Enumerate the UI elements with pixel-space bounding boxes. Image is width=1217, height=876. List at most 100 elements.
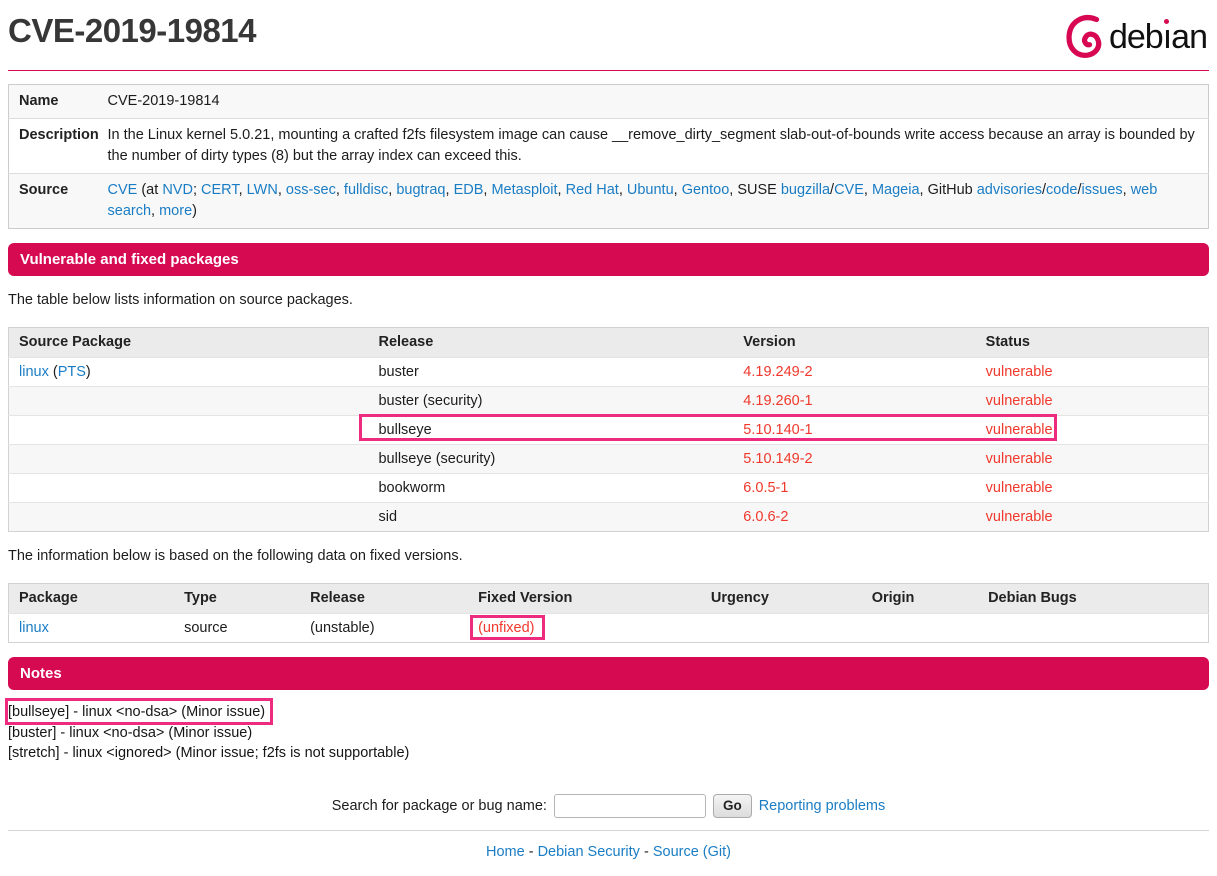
notes-banner: Notes [8, 657, 1209, 690]
package-link[interactable]: linux [19, 364, 49, 380]
info-label-source: Source [9, 174, 106, 229]
col-header-release: Release [368, 328, 733, 358]
source-ref-link[interactable]: Ubuntu [627, 182, 674, 198]
status-cell: vulnerable [976, 358, 1209, 387]
note-text: [bullseye] - linux <no-dsa> (Minor issue… [8, 702, 265, 723]
source-ref-link[interactable]: LWN [247, 182, 278, 198]
source-ref-link[interactable]: fulldisc [344, 182, 388, 198]
go-button[interactable]: Go [713, 794, 752, 818]
info-value-source: CVE (at NVD; CERT, LWN, oss-sec, fulldis… [106, 174, 1209, 229]
release-cell: bullseye [368, 416, 733, 445]
package-release-row: sid6.0.6-2vulnerable [9, 503, 1209, 532]
source-ref-link[interactable]: Red Hat [566, 182, 619, 198]
source-ref-link[interactable]: bugtraq [396, 182, 445, 198]
info-label-name: Name [9, 85, 106, 119]
package-release-row: bookworm6.0.5-1vulnerable [9, 474, 1209, 503]
fixed-table-header-row: Package Type Release Fixed Version Urgen… [9, 584, 1209, 614]
col-header-version: Version [733, 328, 975, 358]
cve-page: CVE-2019-19814 debıan Name CVE-2019-1981… [0, 0, 1217, 876]
source-ref-link[interactable]: Gentoo [682, 182, 730, 198]
info-value-description: In the Linux kernel 5.0.21, mounting a c… [106, 119, 1209, 174]
fixed-version-value: (unfixed) [478, 620, 534, 636]
type-cell: source [174, 614, 300, 643]
package-release-row: bullseye (security)5.10.149-2vulnerable [9, 445, 1209, 474]
source-package-cell [9, 474, 369, 503]
info-value-name: CVE-2019-19814 [106, 85, 1209, 119]
source-ref-link[interactable]: EDB [454, 182, 484, 198]
col-header-release: Release [300, 584, 468, 614]
status-cell: vulnerable [976, 387, 1209, 416]
header-divider [8, 70, 1209, 71]
debian-logo-text: debıan [1109, 20, 1207, 54]
source-ref-link[interactable]: CERT [201, 182, 239, 198]
source-ref-text: , SUSE [729, 182, 781, 198]
notes-list: [bullseye] - linux <no-dsa> (Minor issue… [8, 702, 1209, 764]
fixed-versions-intro: The information below is based on the fo… [8, 548, 1209, 565]
info-row-source: Source CVE (at NVD; CERT, LWN, oss-sec, … [9, 174, 1209, 229]
version-cell: 6.0.5-1 [733, 474, 975, 503]
col-header-urgency: Urgency [701, 584, 862, 614]
origin-cell [862, 614, 978, 643]
logo-i-dot [1164, 19, 1169, 24]
package-cell: linux [9, 614, 175, 643]
footer-divider [8, 830, 1209, 831]
source-ref-text: , [558, 182, 566, 198]
cve-info-table: Name CVE-2019-19814 Description In the L… [8, 84, 1209, 229]
info-row-description: Description In the Linux kernel 5.0.21, … [9, 119, 1209, 174]
reporting-problems-link[interactable]: Reporting problems [759, 798, 886, 814]
source-package-cell [9, 503, 369, 532]
source-package-cell [9, 387, 369, 416]
source-ref-text: (at [137, 182, 162, 198]
source-ref-link[interactable]: bugzilla [781, 182, 830, 198]
source-package-cell [9, 445, 369, 474]
info-row-name: Name CVE-2019-19814 [9, 85, 1209, 119]
col-header-debian-bugs: Debian Bugs [978, 584, 1208, 614]
package-link[interactable]: linux [19, 620, 49, 636]
source-ref-text: ; [193, 182, 201, 198]
debian-bugs-cell [978, 614, 1208, 643]
source-ref-link[interactable]: Mageia [872, 182, 920, 198]
source-ref-link[interactable]: issues [1082, 182, 1123, 198]
pts-link[interactable]: PTS [58, 364, 86, 380]
highlight-box [5, 698, 273, 725]
release-cell: (unstable) [300, 614, 468, 643]
source-ref-text: , [619, 182, 627, 198]
note-text: [buster] - linux <no-dsa> (Minor issue) [8, 723, 252, 744]
debian-logo[interactable]: debıan [1065, 14, 1207, 60]
source-ref-text: , [446, 182, 454, 198]
package-release-row: bullseye5.10.140-1vulnerable [9, 416, 1209, 445]
col-header-package: Package [9, 584, 175, 614]
fixed-version-row: linux source(unstable) (unfixed) [9, 614, 1209, 643]
source-ref-link[interactable]: more [159, 203, 192, 219]
search-input[interactable] [554, 794, 706, 818]
logo-i: ı [1163, 18, 1171, 56]
status-cell: vulnerable [976, 416, 1209, 445]
note-line: [stretch] - linux <ignored> (Minor issue… [8, 743, 1209, 764]
search-bar: Search for package or bug name: Go Repor… [8, 794, 1209, 818]
source-ref-link[interactable]: CVE [834, 182, 864, 198]
col-header-status: Status [976, 328, 1209, 358]
col-header-source-package: Source Package [9, 328, 369, 358]
page-title: CVE-2019-19814 [8, 12, 1209, 50]
note-line: [bullseye] - linux <no-dsa> (Minor issue… [8, 702, 1209, 723]
source-ref-link[interactable]: NVD [162, 182, 193, 198]
col-header-type: Type [174, 584, 300, 614]
source-ref-link[interactable]: Metasploit [491, 182, 557, 198]
release-cell: bullseye (security) [368, 445, 733, 474]
source-ref-text: , [336, 182, 344, 198]
source-packages-table: Source Package Release Version Status li… [8, 327, 1209, 532]
source-ref-link[interactable]: advisories [977, 182, 1042, 198]
release-cell: bookworm [368, 474, 733, 503]
packages-table-header-row: Source Package Release Version Status [9, 328, 1209, 358]
source-ref-link[interactable]: CVE [108, 182, 138, 198]
highlight-box [470, 615, 544, 640]
source-ref-text: , [278, 182, 286, 198]
debian-swirl-icon [1065, 14, 1109, 60]
source-ref-link[interactable]: code [1046, 182, 1077, 198]
status-cell: vulnerable [976, 503, 1209, 532]
col-header-fixed-version: Fixed Version [468, 584, 701, 614]
source-ref-link[interactable]: oss-sec [286, 182, 336, 198]
source-ref-text: , [151, 203, 159, 219]
vulnerable-packages-banner: Vulnerable and fixed packages [8, 243, 1209, 276]
source-ref-text: , [239, 182, 247, 198]
